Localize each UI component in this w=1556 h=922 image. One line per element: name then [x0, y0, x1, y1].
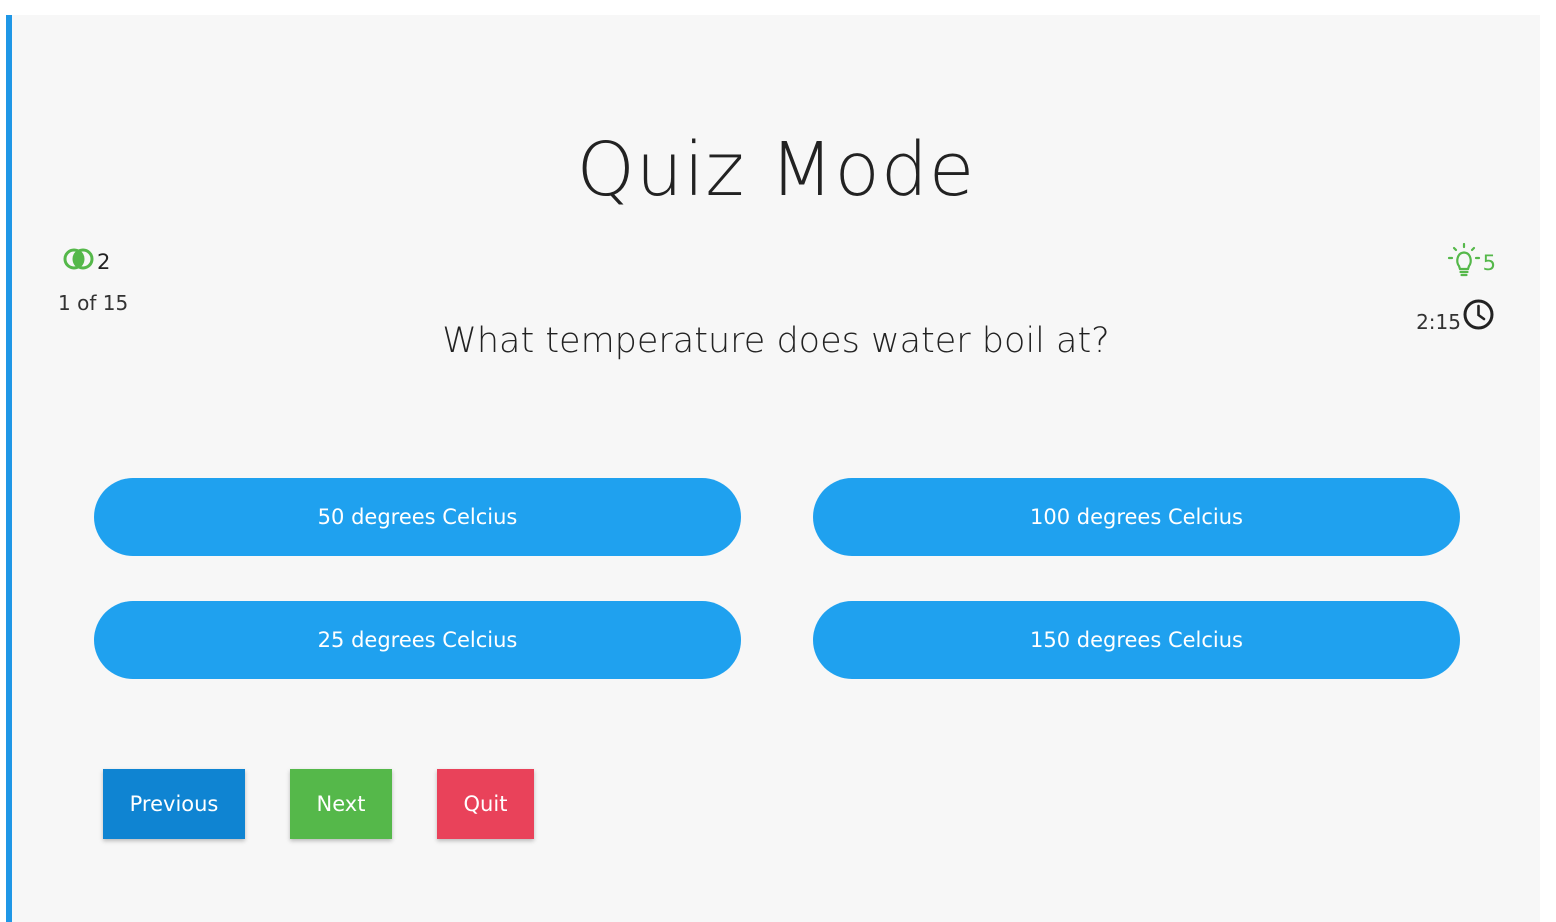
page-title: Quiz Mode [576, 127, 976, 213]
question-text: What temperature does water boil at? [442, 321, 1110, 361]
fifty-fifty-icon [62, 247, 97, 276]
quit-button[interactable]: Quit [437, 769, 534, 839]
answer-option-a[interactable]: 50 degrees Celcius [94, 478, 741, 556]
answer-option-c[interactable]: 25 degrees Celcius [94, 601, 741, 679]
answer-option-d[interactable]: 150 degrees Celcius [813, 601, 1460, 679]
hints-count: 5 [1482, 250, 1496, 275]
question-progress: 1 of 15 [58, 291, 129, 315]
hints-counter[interactable]: 5 [1446, 242, 1496, 282]
previous-button[interactable]: Previous [103, 769, 245, 839]
quiz-panel: Quiz Mode 2 1 of 15 5 2:15 What temperat… [6, 15, 1540, 922]
lifelines-counter[interactable]: 2 [62, 247, 110, 276]
answer-option-b[interactable]: 100 degrees Celcius [813, 478, 1460, 556]
next-button[interactable]: Next [290, 769, 392, 839]
lifelines-count: 2 [97, 249, 111, 274]
lightbulb-icon [1446, 242, 1483, 282]
